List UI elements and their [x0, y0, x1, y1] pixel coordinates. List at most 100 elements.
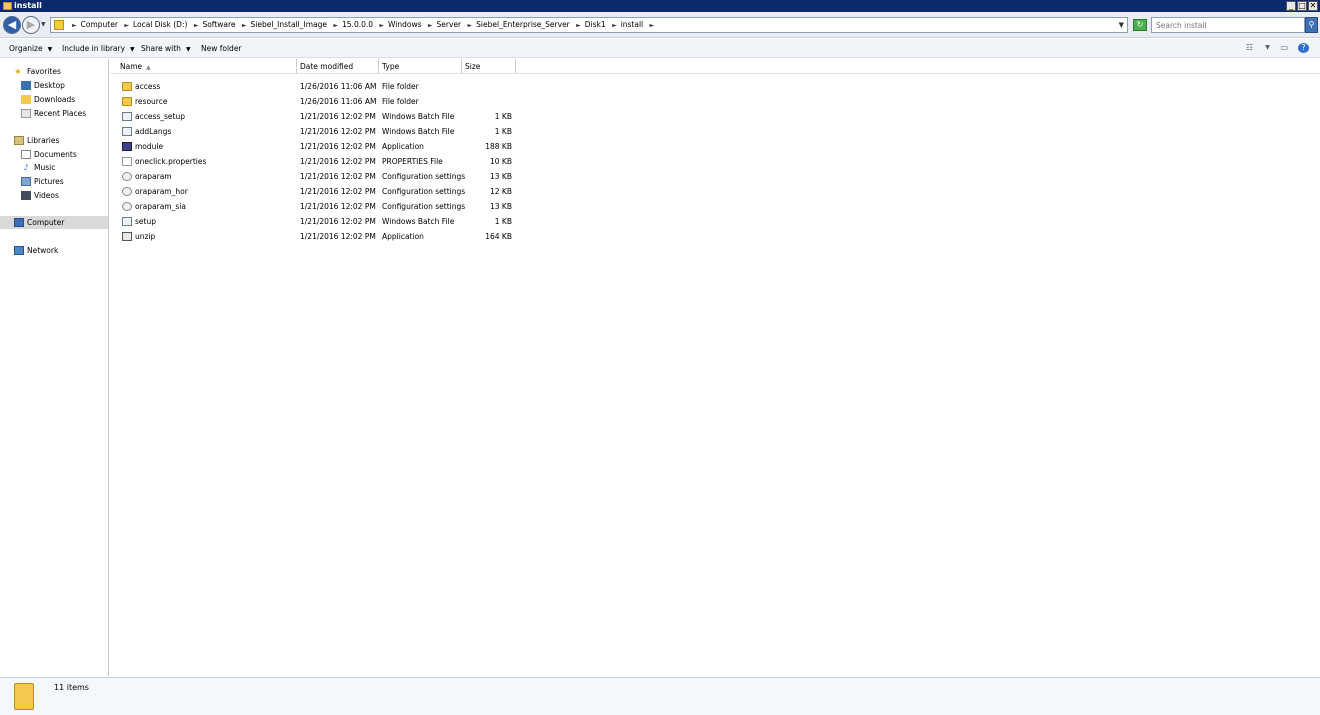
change-view-icon[interactable]: ☷: [1244, 43, 1255, 53]
column-header-name[interactable]: Name ▲: [110, 59, 297, 74]
file-type: PROPERTIES File: [382, 157, 443, 166]
nav-music-label: Music: [34, 163, 56, 172]
new-folder-button[interactable]: New folder: [201, 39, 242, 58]
breadcrumb-install[interactable]: install: [621, 20, 643, 29]
nav-pictures[interactable]: Pictures: [0, 175, 108, 188]
chevron-right-icon[interactable]: ►: [379, 22, 384, 29]
nav-computer[interactable]: Computer: [0, 216, 108, 229]
file-row[interactable]: module 1/21/2016 12:02 PM Application 18…: [110, 139, 516, 154]
search-icon: ⚲: [1308, 20, 1315, 29]
file-row[interactable]: oraparam_hor 1/21/2016 12:02 PM Configur…: [110, 184, 516, 199]
file-date: 1/21/2016 12:02 PM: [300, 172, 376, 181]
file-type: Configuration settings: [382, 187, 466, 196]
nav-videos[interactable]: Videos: [0, 189, 108, 202]
share-with-button[interactable]: Share with ▼: [141, 39, 191, 59]
back-button[interactable]: ◀: [3, 16, 21, 34]
nav-favorites[interactable]: ★ Favorites: [0, 65, 108, 78]
column-header-type[interactable]: Type: [379, 59, 462, 74]
nav-pictures-label: Pictures: [34, 177, 64, 186]
file-row[interactable]: unzip 1/21/2016 12:02 PM Application 164…: [110, 229, 516, 244]
file-date: 1/26/2016 11:06 AM: [300, 82, 377, 91]
breadcrumb-siebel-install-image[interactable]: Siebel_Install_Image: [251, 20, 327, 29]
breadcrumb-computer[interactable]: Computer: [81, 20, 118, 29]
nav-documents[interactable]: Documents: [0, 148, 108, 161]
file-name: resource: [135, 97, 168, 106]
breadcrumb-disk1[interactable]: Disk1: [585, 20, 606, 29]
file-type: Application: [382, 142, 424, 151]
file-row[interactable]: setup 1/21/2016 12:02 PM Windows Batch F…: [110, 214, 516, 229]
chevron-right-icon[interactable]: ►: [124, 22, 129, 29]
chevron-right-icon[interactable]: ►: [612, 22, 617, 29]
breadcrumb-version[interactable]: 15.0.0.0: [342, 20, 373, 29]
file-row[interactable]: resource 1/26/2016 11:06 AM File folder: [110, 94, 516, 109]
include-in-library-button[interactable]: Include in library ▼: [62, 39, 135, 59]
chevron-down-icon: ▼: [130, 46, 135, 53]
address-dropdown[interactable]: ▼: [1119, 18, 1124, 32]
organize-button[interactable]: Organize ▼: [9, 39, 52, 59]
file-size: 188 KB: [485, 142, 512, 151]
sort-arrow-icon: ▲: [146, 64, 151, 71]
nav-recent-places[interactable]: Recent Places: [0, 107, 108, 120]
breadcrumb-software[interactable]: Software: [202, 20, 235, 29]
nav-desktop[interactable]: Desktop: [0, 79, 108, 92]
file-date: 1/21/2016 12:02 PM: [300, 112, 376, 121]
batch-file-icon: [122, 112, 132, 121]
file-row[interactable]: access 1/26/2016 11:06 AM File folder: [110, 79, 516, 94]
breadcrumb-server[interactable]: Server: [437, 20, 462, 29]
preview-pane-icon[interactable]: ▭: [1279, 43, 1290, 53]
file-type: File folder: [382, 97, 419, 106]
file-size: 13 KB: [490, 172, 512, 181]
breadcrumb-siebel-enterprise-server[interactable]: Siebel_Enterprise_Server: [476, 20, 570, 29]
search-button[interactable]: ⚲: [1305, 17, 1318, 33]
nav-libraries[interactable]: Libraries: [0, 134, 108, 147]
breadcrumb-windows[interactable]: Windows: [388, 20, 421, 29]
file-row[interactable]: oneclick.properties 1/21/2016 12:02 PM P…: [110, 154, 516, 169]
column-header-size[interactable]: Size: [462, 59, 516, 74]
title-bar[interactable]: install _ □ ✕: [0, 0, 1320, 12]
file-date: 1/21/2016 12:02 PM: [300, 187, 376, 196]
minimize-button[interactable]: _: [1286, 1, 1296, 11]
address-row: ◀ ▶ ▼ ► Computer ► Local Disk (D:) ► Softwa…: [0, 12, 1320, 38]
nav-downloads-label: Downloads: [34, 95, 76, 104]
file-name: access: [135, 82, 161, 91]
chevron-right-icon[interactable]: ►: [650, 22, 655, 29]
search-input[interactable]: [1152, 18, 1292, 32]
nav-downloads[interactable]: Downloads: [0, 93, 108, 106]
file-row[interactable]: oraparam 1/21/2016 12:02 PM Configuratio…: [110, 169, 516, 184]
file-row[interactable]: addLangs 1/21/2016 12:02 PM Windows Batc…: [110, 124, 516, 139]
nav-music[interactable]: ♪ Music: [0, 161, 108, 174]
column-header-date-modified[interactable]: Date modified: [297, 59, 379, 74]
help-icon[interactable]: ?: [1298, 43, 1309, 53]
maximize-button[interactable]: □: [1297, 1, 1307, 11]
file-date: 1/21/2016 12:02 PM: [300, 157, 376, 166]
chevron-right-icon[interactable]: ►: [468, 22, 473, 29]
file-name: oraparam_hor: [135, 187, 188, 196]
refresh-button[interactable]: ↻: [1133, 19, 1147, 31]
nav-computer-label: Computer: [27, 218, 65, 227]
file-type: Windows Batch File: [382, 127, 455, 136]
chevron-right-icon[interactable]: ►: [333, 22, 338, 29]
chevron-right-icon[interactable]: ►: [428, 22, 433, 29]
file-type: Configuration settings: [382, 202, 466, 211]
nav-network[interactable]: Network: [0, 244, 108, 257]
file-row[interactable]: oraparam_sia 1/21/2016 12:02 PM Configur…: [110, 199, 516, 214]
forward-button[interactable]: ▶: [22, 16, 40, 34]
file-row[interactable]: access_setup 1/21/2016 12:02 PM Windows …: [110, 109, 516, 124]
recent-pages-dropdown[interactable]: ▼: [41, 21, 46, 28]
nav-desktop-label: Desktop: [34, 81, 65, 90]
view-options-dropdown[interactable]: ▼: [1262, 43, 1273, 53]
search-box[interactable]: [1151, 17, 1305, 33]
chevron-right-icon[interactable]: ►: [194, 22, 199, 29]
chevron-right-icon[interactable]: ►: [242, 22, 247, 29]
file-name: addLangs: [135, 127, 172, 136]
folder-icon: [54, 20, 64, 30]
batch-file-icon: [122, 217, 132, 226]
close-button[interactable]: ✕: [1308, 1, 1318, 11]
breadcrumb-local-disk[interactable]: Local Disk (D:): [133, 20, 187, 29]
folder-icon: [122, 97, 132, 106]
chevron-right-icon[interactable]: ►: [72, 22, 77, 29]
address-bar[interactable]: ► Computer ► Local Disk (D:) ► Software ► Si…: [50, 17, 1128, 33]
file-size: 1 KB: [494, 127, 512, 136]
chevron-right-icon[interactable]: ►: [576, 22, 581, 29]
chevron-down-icon: ▼: [47, 46, 53, 53]
